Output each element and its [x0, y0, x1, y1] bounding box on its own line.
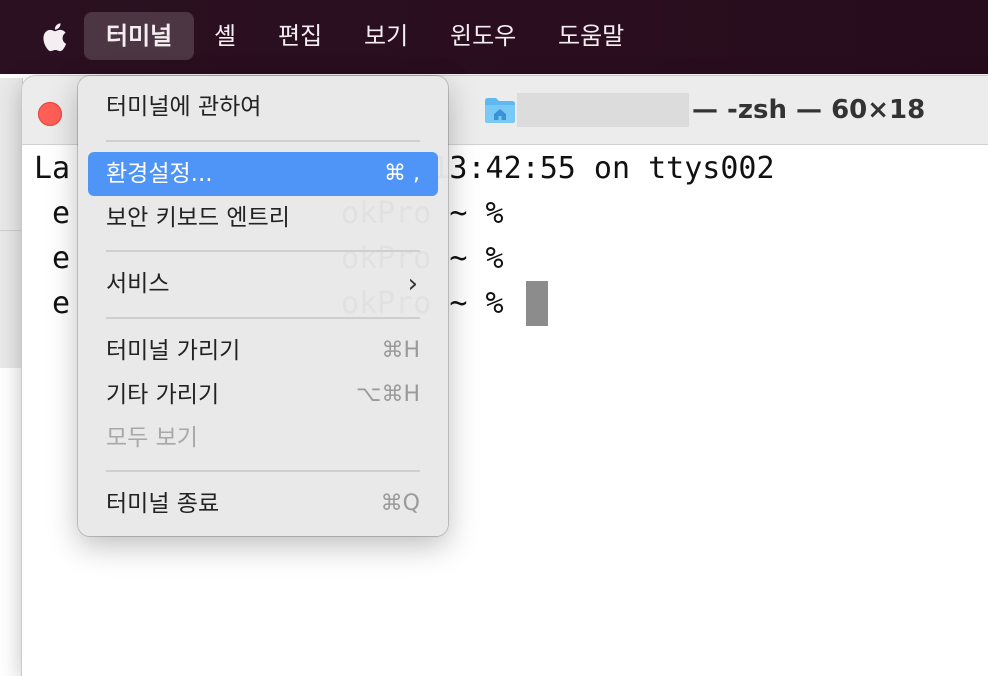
close-button[interactable] — [38, 102, 62, 126]
redacted-path — [517, 93, 689, 127]
menu-item-label: 터미널에 관하여 — [106, 94, 262, 120]
menu-help[interactable]: 도움말 — [536, 12, 646, 60]
menu-shell[interactable]: 셸 — [192, 12, 258, 60]
menu-item-hide-terminal[interactable]: 터미널 가리기 ⌘H — [88, 329, 438, 373]
menu-separator — [106, 140, 420, 142]
menu-separator — [106, 470, 420, 472]
menu-item-about[interactable]: 터미널에 관하여 — [88, 85, 438, 129]
menu-separator — [106, 250, 420, 252]
menu-bar: 터미널 셸 편집 보기 윈도우 도움말 — [0, 0, 988, 74]
menu-edit[interactable]: 편집 — [256, 12, 344, 60]
menu-item-label: 기타 가리기 — [106, 382, 220, 408]
menu-item-secure-keyboard[interactable]: 보안 키보드 엔트리 — [88, 196, 438, 240]
menu-item-settings[interactable]: 환경설정... ⌘ , — [88, 152, 438, 196]
menu-item-label: 터미널 가리기 — [106, 338, 241, 364]
shortcut-label: ⌘H — [381, 338, 420, 363]
menu-item-label: 환경설정... — [106, 161, 213, 187]
menu-item-quit[interactable]: 터미널 종료 ⌘Q — [88, 482, 438, 526]
shortcut-label: ⌘Q — [380, 491, 420, 516]
menu-terminal[interactable]: 터미널 — [84, 12, 195, 60]
window-title: — -zsh — 60×18 — [692, 95, 926, 125]
menu-item-services[interactable]: 서비스 › — [88, 262, 438, 306]
menu-window[interactable]: 윈도우 — [428, 12, 538, 60]
menu-separator — [106, 317, 420, 319]
terminal-menu-dropdown: 터미널에 관하여 환경설정... ⌘ , 보안 키보드 엔트리 서비스 › 터미… — [78, 76, 448, 536]
menu-item-label: 서비스 — [106, 271, 170, 297]
menu-item-label: 터미널 종료 — [106, 491, 220, 517]
divider — [0, 230, 22, 231]
text-cursor — [525, 281, 548, 326]
shortcut-label: ⌘ , — [384, 161, 420, 186]
menu-item-show-all: 모두 보기 — [88, 416, 438, 460]
menu-view[interactable]: 보기 — [342, 12, 430, 60]
home-folder-icon — [485, 98, 515, 123]
menu-item-hide-others[interactable]: 기타 가리기 ⌥⌘H — [88, 373, 438, 417]
background-window[interactable] — [0, 78, 23, 368]
menu-item-label: 보안 키보드 엔트리 — [106, 205, 290, 231]
menu-item-label: 모두 보기 — [106, 425, 198, 451]
apple-icon[interactable] — [38, 20, 68, 54]
shortcut-label: ⌥⌘H — [356, 382, 420, 407]
chevron-right-icon: › — [407, 269, 418, 299]
